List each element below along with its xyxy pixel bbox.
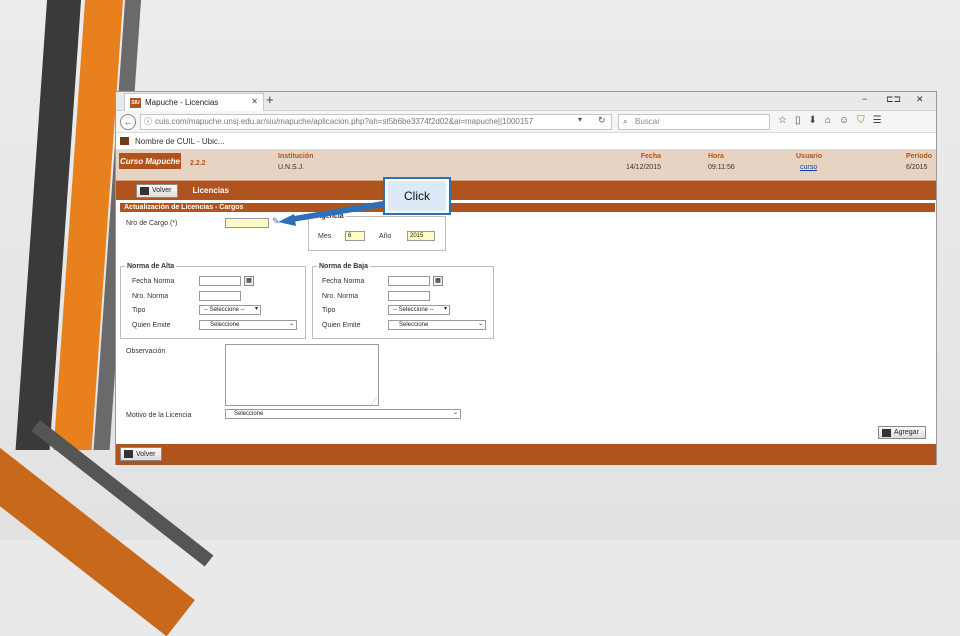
callout-pointer: [288, 201, 384, 222]
click-callout: Click: [383, 177, 451, 215]
arrowhead: [278, 214, 296, 226]
callout-arrow: [278, 201, 384, 226]
callout-text: Click: [388, 181, 446, 211]
